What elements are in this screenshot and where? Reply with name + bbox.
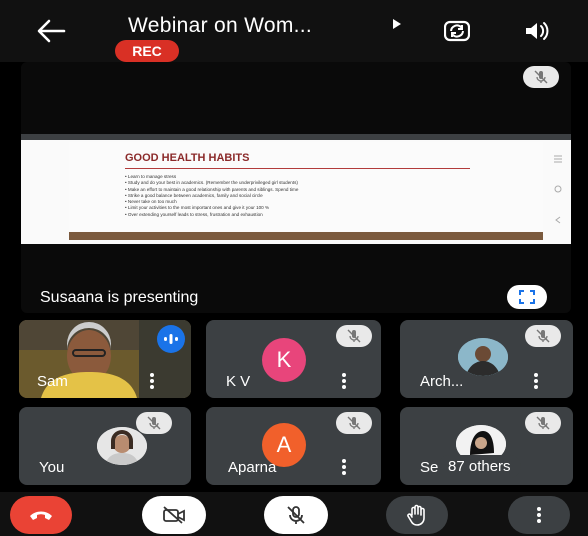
more-options-icon	[537, 507, 541, 523]
presenter-mic-off-badge	[523, 66, 559, 88]
speaking-indicator	[157, 325, 185, 353]
mic-off-badge	[336, 412, 372, 434]
slide-bullet-list: Learn to manage stress Study and do your…	[125, 174, 505, 218]
participant-name: Se	[420, 459, 439, 476]
mic-off-badge	[136, 412, 172, 434]
participant-photo-avatar	[97, 427, 147, 465]
end-call-button[interactable]	[10, 496, 72, 534]
switch-camera-icon[interactable]	[444, 19, 470, 43]
participant-tile-you[interactable]: You	[19, 407, 191, 485]
mic-off-icon	[536, 329, 550, 343]
participant-tile-sam[interactable]: Sam	[19, 320, 191, 398]
participant-tile-kv[interactable]: K K V	[206, 320, 381, 398]
participant-tile-arch[interactable]: Arch...	[400, 320, 573, 398]
participant-tile-aparna[interactable]: A Aparna	[206, 407, 381, 485]
shared-screen-nav-icons	[554, 155, 562, 224]
participant-name: Aparna	[228, 459, 277, 476]
camera-toggle-button[interactable]	[142, 496, 206, 534]
mic-off-icon	[347, 416, 361, 430]
speaker-icon[interactable]	[524, 20, 550, 42]
mic-off-icon	[347, 329, 361, 343]
expand-title-icon[interactable]	[392, 18, 402, 30]
slide-title: GOOD HEALTH HABITS	[125, 152, 250, 164]
call-controls-bar	[0, 492, 588, 536]
mic-off-badge	[336, 325, 372, 347]
participant-tile-others[interactable]: Se 87 others	[400, 407, 573, 485]
presentation-tile[interactable]: GOOD HEALTH HABITS Learn to manage stres…	[21, 62, 571, 313]
end-call-icon	[30, 511, 52, 520]
mic-off-icon	[536, 416, 550, 430]
slide-title-rule	[125, 168, 470, 169]
more-vert-icon[interactable]	[533, 372, 539, 390]
others-count-pill[interactable]: 87 others	[438, 455, 521, 478]
fullscreen-icon	[519, 290, 535, 304]
meeting-title[interactable]: Webinar on Wom...	[128, 14, 312, 38]
fullscreen-button[interactable]	[507, 285, 547, 309]
shared-screen: GOOD HEALTH HABITS Learn to manage stres…	[21, 134, 571, 244]
recording-badge: REC	[115, 40, 179, 62]
slide-floor-decoration	[69, 232, 543, 240]
mic-off-icon	[147, 416, 161, 430]
presenting-label: Susaana is presenting	[40, 289, 199, 306]
slide-bullet: Over extending yourself leads to stress,…	[125, 212, 505, 218]
mic-off-badge	[525, 412, 561, 434]
audio-wave-icon	[164, 334, 178, 344]
raise-hand-icon	[407, 504, 425, 526]
mic-off-icon	[287, 506, 305, 524]
more-vert-icon[interactable]	[341, 372, 347, 390]
more-vert-icon[interactable]	[341, 458, 347, 476]
mic-off-badge	[525, 325, 561, 347]
shared-screen-status-bar	[21, 134, 571, 140]
participant-name: You	[39, 459, 65, 476]
slide: GOOD HEALTH HABITS Learn to manage stres…	[69, 142, 543, 240]
participant-avatar: K	[262, 338, 306, 382]
back-arrow-icon[interactable]	[36, 18, 66, 44]
raise-hand-button[interactable]	[386, 496, 448, 534]
mic-toggle-button[interactable]	[264, 496, 328, 534]
participant-name: K V	[226, 373, 251, 390]
participant-name: Arch...	[420, 373, 464, 390]
camera-off-icon	[163, 506, 185, 524]
participant-photo-avatar	[458, 338, 508, 376]
mic-off-icon	[534, 70, 548, 84]
participant-name: Sam	[37, 373, 68, 390]
top-bar: Webinar on Wom... REC	[0, 0, 588, 62]
more-options-button[interactable]	[508, 496, 570, 534]
more-vert-icon[interactable]	[149, 372, 155, 390]
